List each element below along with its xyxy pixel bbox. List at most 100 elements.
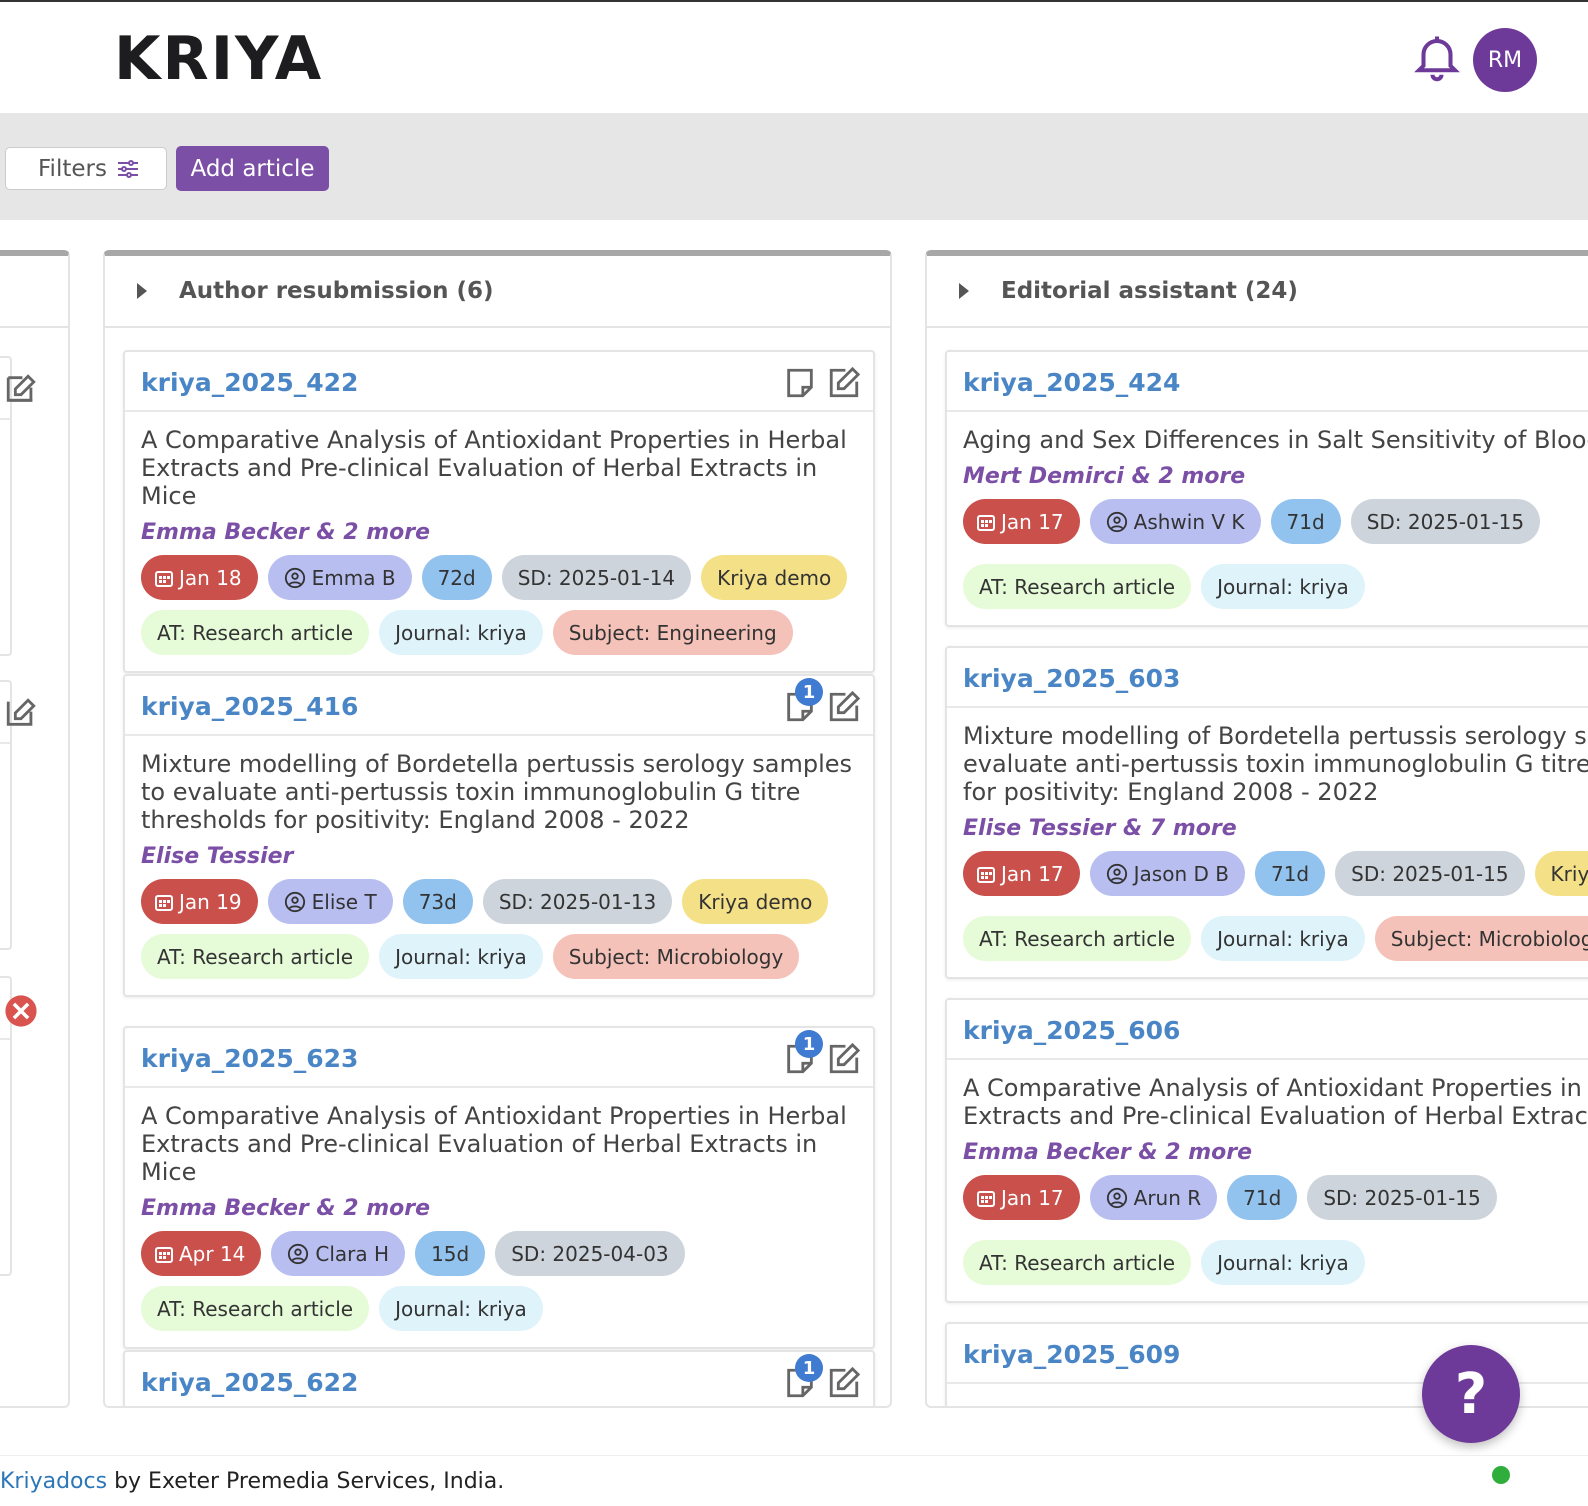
card-header: kriya_2025_603 bbox=[947, 648, 1588, 708]
filters-label: Filters bbox=[38, 155, 107, 182]
due-date-label: Jan 17 bbox=[1001, 509, 1064, 534]
app-header: KRIYA RM bbox=[0, 2, 1588, 113]
calendar-icon bbox=[155, 570, 173, 587]
kriyadocs-link[interactable]: Kriyadocs bbox=[0, 1469, 107, 1494]
app-logo[interactable]: KRIYA bbox=[114, 24, 323, 94]
edit-icon[interactable] bbox=[827, 1366, 861, 1400]
due-date-chip[interactable]: Jan 18 bbox=[141, 555, 258, 600]
subject-chip: Subject: Microbiology bbox=[552, 934, 800, 979]
user-circle-icon bbox=[1106, 863, 1127, 884]
edit-icon[interactable] bbox=[827, 366, 861, 400]
article-authors[interactable]: Emma Becker & 2 more bbox=[963, 1140, 1588, 1165]
due-date-chip[interactable]: Jan 17 bbox=[963, 499, 1080, 544]
article-card[interactable]: kriya_2025_424 Aging and Sex Differences… bbox=[945, 350, 1588, 627]
assignee-chip[interactable]: Emma B bbox=[267, 555, 412, 600]
assignee-chip[interactable]: Ashwin V K bbox=[1089, 499, 1261, 544]
assignee-chip[interactable]: Jason D B bbox=[1089, 851, 1245, 896]
article-authors[interactable]: Elise Tessier & 7 more bbox=[963, 816, 1588, 841]
assignee-label: Clara H bbox=[315, 1241, 390, 1266]
submission-date-chip: SD: 2025-01-14 bbox=[501, 555, 692, 600]
article-card[interactable]: kriya_2025_622 1 bbox=[123, 1350, 875, 1406]
article-card[interactable]: kriya_2025_416 1 Mixture modelling of Bo… bbox=[123, 674, 875, 997]
edit-icon[interactable] bbox=[4, 372, 38, 406]
article-title: Mixture modelling of Bordetella pertussi… bbox=[141, 750, 853, 834]
article-authors[interactable]: Elise Tessier bbox=[141, 844, 857, 869]
article-id-link[interactable]: kriya_2025_422 bbox=[141, 368, 358, 397]
note-count-badge: 1 bbox=[795, 678, 823, 706]
article-id-link[interactable]: kriya_2025_424 bbox=[963, 368, 1180, 397]
assignee-chip[interactable]: Elise T bbox=[267, 879, 393, 924]
edit-icon[interactable] bbox=[4, 696, 38, 730]
due-date-chip[interactable]: Jan 19 bbox=[141, 879, 258, 924]
due-date-label: Jan 17 bbox=[1001, 1185, 1064, 1210]
subject-chip: Subject: Engineering bbox=[552, 610, 793, 655]
card-header: kriya_2025_424 bbox=[947, 352, 1588, 412]
title-line: for positivity: England 2008 - 2022 bbox=[963, 778, 1379, 806]
article-title: A Comparative Analysis of Antioxidant Pr… bbox=[141, 1102, 847, 1186]
journal-chip: Journal: kriya bbox=[1201, 564, 1365, 609]
article-type-chip: AT: Research article bbox=[963, 916, 1192, 961]
column-header[interactable]: Editorial assistant (24) bbox=[927, 256, 1588, 328]
article-authors[interactable]: Emma Becker & 2 more bbox=[141, 1196, 857, 1221]
assignee-chip[interactable]: Arun R bbox=[1089, 1175, 1218, 1220]
journal-chip: Journal: kriya bbox=[379, 934, 543, 979]
footer: Kriyadocs by Exeter Premedia Services, I… bbox=[0, 1455, 1588, 1506]
article-card[interactable]: kriya_2025_623 1 A Comparative Analysis … bbox=[123, 1026, 875, 1349]
due-date-chip[interactable]: Apr 14 bbox=[141, 1231, 262, 1276]
note-icon[interactable]: 1 bbox=[783, 1030, 823, 1076]
collapse-triangle-icon[interactable] bbox=[959, 283, 969, 299]
submission-date-chip: SD: 2025-01-13 bbox=[482, 879, 673, 924]
notification-bell-icon[interactable] bbox=[1410, 32, 1464, 86]
article-title: Aging and Sex Differences in Salt Sensit… bbox=[963, 426, 1588, 454]
toolbar: Filters Add article bbox=[0, 113, 1588, 220]
days-chip: 71d bbox=[1270, 499, 1341, 544]
kanban-board: Author resubmission (6) kriya_2025_422 A… bbox=[0, 250, 1588, 1410]
due-date-chip[interactable]: Jan 17 bbox=[963, 1175, 1080, 1220]
assignee-chip[interactable]: Clara H bbox=[271, 1231, 406, 1276]
article-authors[interactable]: Emma Becker & 2 more bbox=[141, 520, 857, 545]
article-card[interactable]: kriya_2025_606 A Comparative Analysis of… bbox=[945, 998, 1588, 1303]
article-card[interactable]: kriya_2025_422 A Comparative Analysis of… bbox=[123, 350, 875, 673]
due-date-chip[interactable]: Jan 17 bbox=[963, 851, 1080, 896]
note-icon[interactable]: 1 bbox=[783, 1354, 823, 1400]
submission-date-chip: SD: 2025-01-15 bbox=[1350, 499, 1541, 544]
article-type-chip: AT: Research article bbox=[141, 610, 370, 655]
user-circle-icon bbox=[284, 891, 305, 912]
due-date-label: Jan 17 bbox=[1001, 861, 1064, 886]
article-title: A Comparative Analysis of Antioxidant Pr… bbox=[141, 426, 847, 510]
article-id-link[interactable]: kriya_2025_603 bbox=[963, 664, 1180, 693]
footer-text: by Exeter Premedia Services, India. bbox=[107, 1468, 505, 1494]
assignee-label: Emma B bbox=[311, 565, 396, 590]
add-article-button[interactable]: Add article bbox=[176, 146, 329, 191]
user-avatar[interactable]: RM bbox=[1473, 28, 1537, 92]
article-id-link[interactable]: kriya_2025_606 bbox=[963, 1016, 1180, 1045]
column-header bbox=[0, 256, 68, 328]
tools-error-icon[interactable] bbox=[4, 994, 38, 1028]
article-id-link[interactable]: kriya_2025_609 bbox=[963, 1340, 1180, 1369]
article-title: Mixture modelling of Bordetella pertussi… bbox=[963, 722, 1588, 806]
article-card[interactable]: kriya_2025_603 Mixture modelling of Bord… bbox=[945, 646, 1588, 979]
article-id-link[interactable]: kriya_2025_416 bbox=[141, 692, 358, 721]
note-icon[interactable]: 1 bbox=[783, 678, 823, 724]
article-type-chip: AT: Research article bbox=[963, 564, 1192, 609]
assignee-label: Jason D B bbox=[1133, 861, 1229, 886]
note-count-badge: 1 bbox=[795, 1030, 823, 1058]
card-partial bbox=[0, 976, 37, 1276]
article-type-chip: AT: Research article bbox=[141, 934, 370, 979]
collapse-triangle-icon[interactable] bbox=[137, 283, 147, 299]
filters-button[interactable]: Filters bbox=[5, 147, 167, 190]
card-header: kriya_2025_606 bbox=[947, 1000, 1588, 1060]
project-chip: Kriya demo bbox=[701, 555, 848, 600]
article-id-link[interactable]: kriya_2025_623 bbox=[141, 1044, 358, 1073]
article-id-link[interactable]: kriya_2025_622 bbox=[141, 1368, 358, 1397]
edit-icon[interactable] bbox=[827, 1042, 861, 1076]
note-icon[interactable] bbox=[783, 366, 817, 400]
column-editorial-assistant: Editorial assistant (24) kriya_2025_424 … bbox=[925, 250, 1588, 1408]
edit-icon[interactable] bbox=[827, 690, 861, 724]
column-header[interactable]: Author resubmission (6) bbox=[105, 256, 890, 328]
calendar-icon bbox=[977, 866, 995, 883]
help-button[interactable]: ? bbox=[1422, 1345, 1520, 1443]
title-line: evaluate anti-pertussis toxin immunoglob… bbox=[963, 750, 1588, 778]
connection-status-icon bbox=[1492, 1466, 1510, 1484]
article-authors[interactable]: Mert Demirci & 2 more bbox=[963, 464, 1588, 489]
